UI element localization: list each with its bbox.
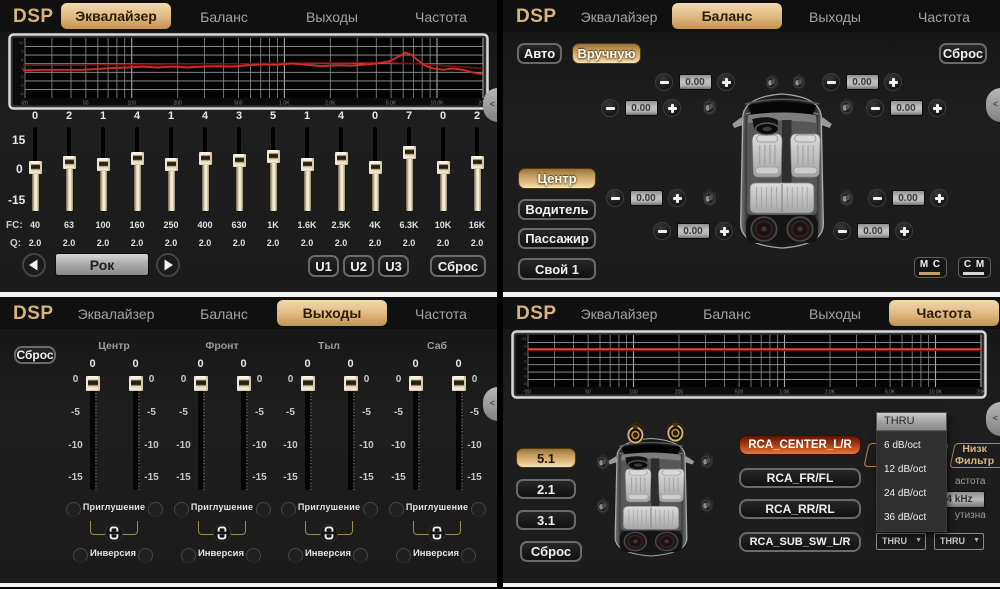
svg-text:10.0K: 10.0K xyxy=(929,390,943,396)
svg-text:50: 50 xyxy=(585,390,591,396)
svg-text:12: 12 xyxy=(522,336,527,341)
svg-text:10.0K: 10.0K xyxy=(430,101,444,107)
svg-text:200: 200 xyxy=(675,390,684,396)
svg-text:500: 500 xyxy=(234,101,243,107)
svg-text:20: 20 xyxy=(22,101,28,107)
svg-text:5.0K: 5.0K xyxy=(885,390,896,396)
svg-text:2.0K: 2.0K xyxy=(325,101,336,107)
svg-text:100: 100 xyxy=(629,390,638,396)
svg-text:5.0K: 5.0K xyxy=(386,101,397,107)
svg-text:2.0K: 2.0K xyxy=(825,390,836,396)
svg-text:100: 100 xyxy=(128,101,137,107)
svg-text:20: 20 xyxy=(525,390,531,396)
svg-text:1.0K: 1.0K xyxy=(279,101,290,107)
svg-text:1.0K: 1.0K xyxy=(779,390,790,396)
svg-text:200: 200 xyxy=(174,101,183,107)
svg-text:12: 12 xyxy=(19,40,24,45)
svg-text:50: 50 xyxy=(83,101,89,107)
svg-text:500: 500 xyxy=(735,390,744,396)
svg-text:20K: 20K xyxy=(977,390,987,396)
